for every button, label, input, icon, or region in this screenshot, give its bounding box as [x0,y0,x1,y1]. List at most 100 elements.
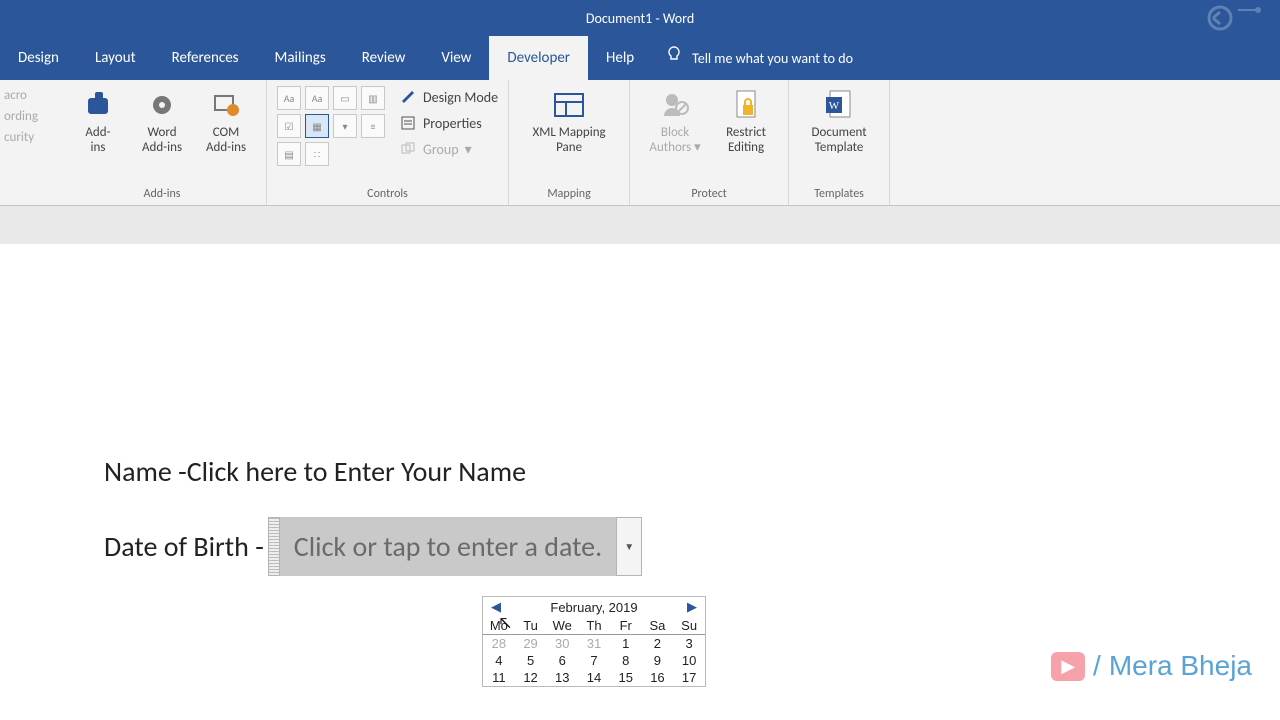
svg-text:W: W [829,100,840,112]
calendar-day[interactable]: 8 [610,652,642,669]
properties-button[interactable]: Properties [399,112,498,134]
group-button[interactable]: Group ▾ [399,138,498,160]
com-addins-button[interactable]: COM Add-ins [196,84,256,156]
group-mapping-label: Mapping [509,187,629,205]
calendar-day[interactable]: 14 [578,669,610,686]
document-template-button[interactable]: W Document Template [799,84,879,156]
calendar-day-header: Th [578,617,610,635]
restrict-editing-button[interactable]: Restrict Editing [714,84,778,156]
calendar-day[interactable]: 16 [642,669,674,686]
combo-control-icon[interactable]: ≡ [361,114,385,138]
tab-mailings[interactable]: Mailings [257,36,344,80]
date-placeholder[interactable]: Click or tap to enter a date. [280,517,616,576]
watermark-brand: Mera Bheja [1109,650,1252,682]
calendar-day[interactable]: 17 [673,669,705,686]
calendar-day[interactable]: 6 [546,652,578,669]
tab-design[interactable]: Design [0,36,77,80]
plain-text-control-icon[interactable]: Aa [305,86,329,110]
group-protect: Block Authors ▾ Restrict Editing Protect [630,80,789,205]
calendar-day[interactable]: 30 [546,635,578,652]
calendar-day[interactable]: 1 [610,635,642,652]
restrict-editing-icon [729,88,763,122]
calendar-day[interactable]: 31 [578,635,610,652]
tab-review[interactable]: Review [344,36,424,80]
group-protect-label: Protect [630,187,788,205]
tab-developer[interactable]: Developer [489,36,588,80]
addins-icon [81,88,115,122]
design-mode-button[interactable]: Design Mode [399,86,498,108]
tab-layout[interactable]: Layout [77,36,154,80]
control-handle-icon[interactable] [268,517,280,576]
date-picker-control-icon[interactable]: ▦ [305,114,329,138]
design-mode-icon [399,88,417,106]
calendar-day[interactable]: 4 [483,652,515,669]
brand-circle-icon [1180,4,1270,36]
watermark: ▶ / Mera Bheja [1051,650,1252,682]
calendar-day[interactable]: 29 [515,635,547,652]
calendar-day-header: Sa [642,617,674,635]
titlebar: Document1 - Word [0,0,1280,36]
xml-mapping-icon [552,88,586,122]
group-addins: Add- ins Word Add-ins COM Add-ins Add-in… [58,80,267,205]
controls-gallery[interactable]: Aa Aa ▭ ▥ ☑ ▦ ▾ ≡ ▤ ∷ [277,84,385,166]
group-templates: W Document Template Templates [789,80,890,205]
calendar-day[interactable]: 3 [673,635,705,652]
calendar-day[interactable]: 28 [483,635,515,652]
calendar-day[interactable]: 15 [610,669,642,686]
calendar-day[interactable]: 7 [578,652,610,669]
calendar-prev-button[interactable]: ◀ [487,599,505,615]
lightbulb-icon [666,46,682,71]
legacy-form-icon[interactable]: ∷ [305,142,329,166]
leftcut-2: ording [4,107,54,128]
tab-references[interactable]: References [154,36,257,80]
calendar-title[interactable]: February, 2019 [505,600,683,615]
building-block-control-icon[interactable]: ▥ [361,86,385,110]
calendar-day[interactable]: 12 [515,669,547,686]
picture-control-icon[interactable]: ▭ [333,86,357,110]
date-dropdown-button[interactable]: ▼ [616,517,642,576]
calendar-day[interactable]: 13 [546,669,578,686]
gear-icon [145,88,179,122]
youtube-icon: ▶ [1051,652,1085,681]
calendar-day[interactable]: 5 [515,652,547,669]
name-placeholder[interactable]: Click here to Enter Your Name [187,454,526,489]
group-mapping: XML Mapping Pane Mapping [509,80,630,205]
leftcut-3: curity [4,128,54,149]
calendar-next-button[interactable]: ▶ [683,599,701,615]
calendar-popup: ◀ February, 2019 ▶ MoTuWeThFrSaSu2829303… [482,596,706,687]
group-controls-label: Controls [267,187,508,205]
ribbon: acro ording curity Add- ins Word Add-ins… [0,80,1280,206]
date-picker-control[interactable]: Click or tap to enter a date. ▼ [268,517,642,576]
tell-me-search[interactable]: Tell me what you want to do [652,36,853,80]
dob-line: Date of Birth - Click or tap to enter a … [104,517,1280,576]
window-title: Document1 - Word [586,10,694,27]
calendar-day[interactable]: 11 [483,669,515,686]
checkbox-control-icon[interactable]: ☑ [277,114,301,138]
ribbon-leftcut: acro ording curity [0,80,58,205]
dropdown-control-icon[interactable]: ▾ [333,114,357,138]
xml-mapping-button[interactable]: XML Mapping Pane [519,84,619,156]
calendar-day[interactable]: 10 [673,652,705,669]
legacy-tools-icon[interactable]: ▤ [277,142,301,166]
calendar-day[interactable]: 2 [642,635,674,652]
calendar-day-header: Mo [483,617,515,635]
calendar-day-header: Tu [515,617,547,635]
addins-button[interactable]: Add- ins [68,84,128,156]
com-addins-icon [209,88,243,122]
calendar-grid: MoTuWeThFrSaSu28293031123456789101112131… [483,617,705,686]
leftcut-1: acro [4,86,54,107]
ribbon-tabs: DesignLayoutReferencesMailingsReviewView… [0,36,1280,80]
dob-label: Date of Birth - [104,529,264,564]
calendar-day[interactable]: 9 [642,652,674,669]
word-addins-button[interactable]: Word Add-ins [132,84,192,156]
name-line: Name -Click here to Enter Your Name [104,454,1280,489]
group-icon [399,140,417,158]
calendar-day-header: Fr [610,617,642,635]
group-controls: Aa Aa ▭ ▥ ☑ ▦ ▾ ≡ ▤ ∷ Design Mode Proper… [267,80,509,205]
tab-view[interactable]: View [423,36,489,80]
rich-text-control-icon[interactable]: Aa [277,86,301,110]
tab-help[interactable]: Help [588,36,652,80]
chevron-down-icon: ▼ [624,540,634,553]
block-authors-button[interactable]: Block Authors ▾ [640,84,710,156]
word-doc-icon: W [822,88,856,122]
